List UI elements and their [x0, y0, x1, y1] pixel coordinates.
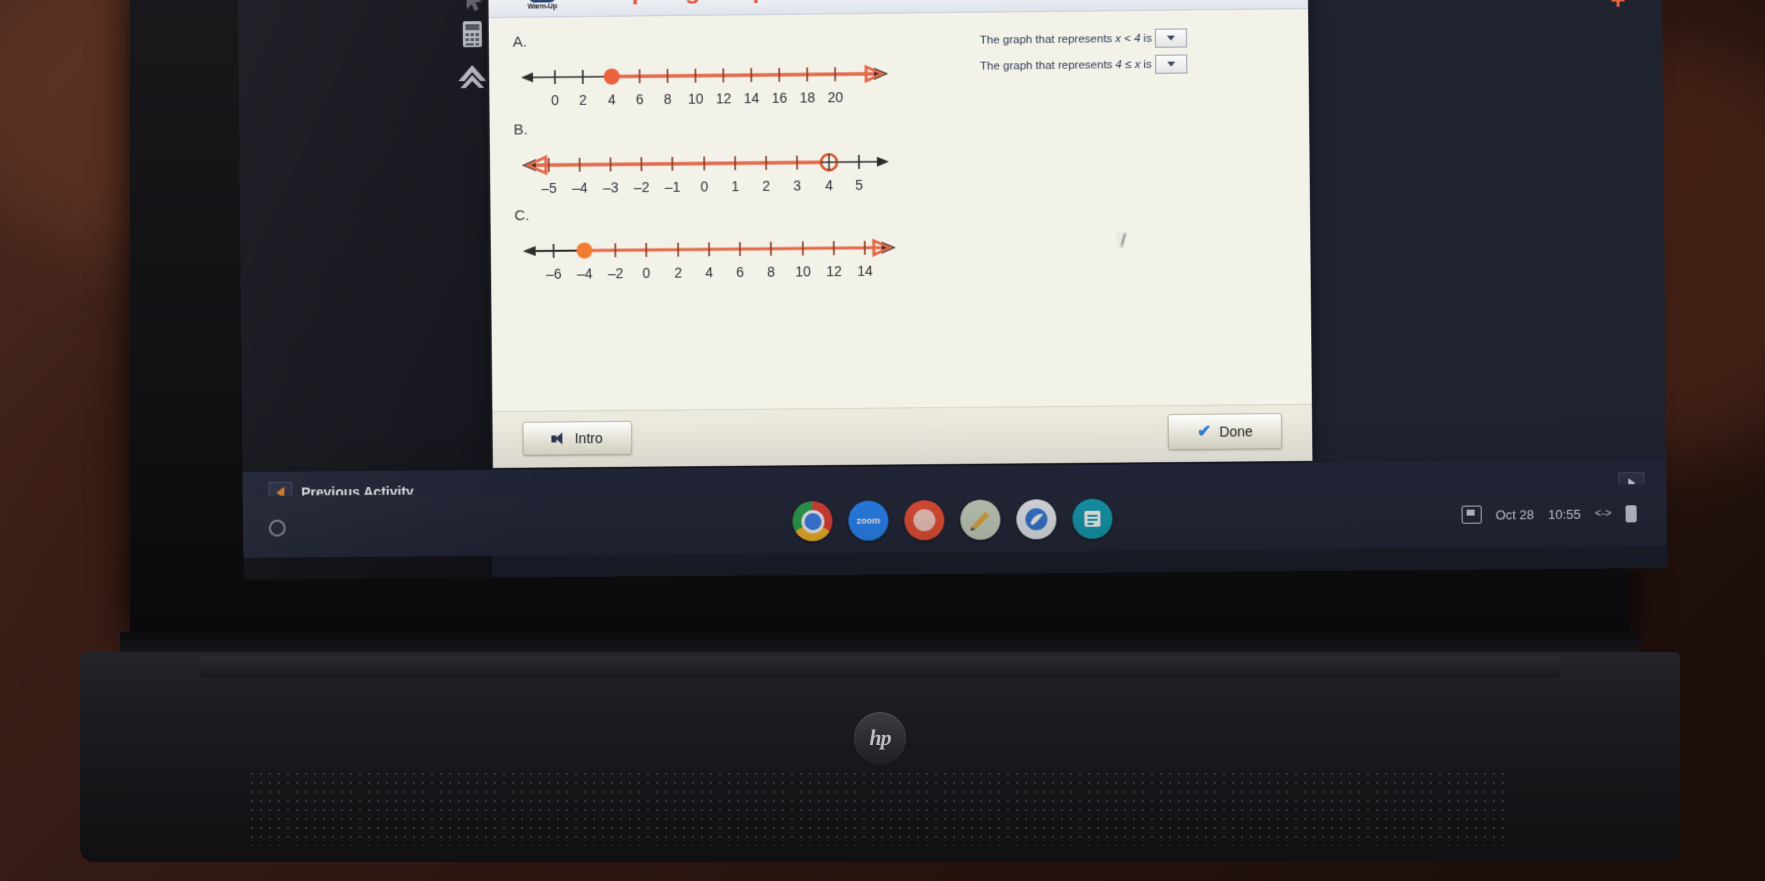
svg-text:2: 2	[674, 265, 682, 281]
hp-logo: hp	[854, 712, 906, 764]
svg-text:–6: –6	[546, 266, 562, 282]
window-body: A. 0 2 4 6 8 10 12 14 16 18 20 B. –5 –4 …	[488, 9, 1313, 438]
svg-text:3: 3	[793, 177, 801, 193]
question-2-math: 4 ≤ x	[1115, 58, 1141, 71]
svg-text:4: 4	[705, 264, 713, 280]
numberline-c[interactable]: –6 –4 –2 0 2 4 6 8 10 12 14	[519, 223, 904, 293]
done-button[interactable]: ✔ Done	[1167, 413, 1283, 451]
svg-text:4: 4	[608, 91, 616, 107]
shelf-time: 10:55	[1547, 506, 1581, 522]
svg-text:–3: –3	[603, 179, 619, 195]
laptop-base: hp	[80, 652, 1680, 862]
svg-text:18: 18	[800, 89, 816, 105]
speaker-icon	[552, 432, 567, 445]
svg-text:8: 8	[767, 264, 775, 280]
mouse-cursor	[1115, 232, 1129, 248]
shelf-arrows: <->	[1594, 507, 1612, 520]
system-tray[interactable]: Oct 28 10:55 <->	[1461, 504, 1637, 524]
svg-text:12: 12	[716, 90, 732, 106]
svg-text:6: 6	[636, 91, 644, 107]
slides-icon[interactable]	[1072, 498, 1113, 540]
flame-icon: 🔥	[529, 0, 556, 3]
laptop: 🔥 Warm-Up Graphing Inequalities A.	[60, 0, 1700, 862]
palette-icon[interactable]	[904, 500, 945, 541]
choice-label-c: C.	[514, 207, 530, 225]
zoom-icon[interactable]: zoom	[848, 500, 889, 541]
svg-text:6: 6	[736, 264, 744, 280]
question-1-math: x < 4	[1115, 32, 1141, 45]
answer-dropdown-2[interactable]	[1154, 54, 1187, 74]
chrome-icon[interactable]	[792, 501, 833, 542]
choice-label-b: B.	[513, 121, 528, 139]
numberline-a[interactable]: 0 2 4 6 8 10 12 14 16 18 20	[517, 50, 897, 120]
chevron-up-icon[interactable]	[453, 57, 491, 97]
done-button-label: Done	[1219, 423, 1253, 440]
svg-text:–5: –5	[541, 180, 557, 196]
photo-of-laptop-screen: 🔥 Warm-Up Graphing Inequalities A.	[0, 0, 1765, 881]
svg-text:0: 0	[551, 92, 559, 108]
svg-text:2: 2	[579, 92, 587, 108]
svg-text:10: 10	[795, 263, 811, 279]
svg-text:0: 0	[643, 265, 651, 281]
activity-window: 🔥 Warm-Up Graphing Inequalities A.	[488, 0, 1313, 468]
svg-text:14: 14	[744, 90, 760, 106]
zoom-app-label: zoom	[856, 515, 881, 526]
svg-text:–4: –4	[572, 180, 588, 196]
shelf-date: Oct 28	[1495, 506, 1535, 522]
chromeos-desktop: 🔥 Warm-Up Graphing Inequalities A.	[237, 0, 1668, 580]
launcher-button[interactable]	[268, 519, 286, 537]
laptop-screen: 🔥 Warm-Up Graphing Inequalities A.	[237, 0, 1668, 580]
question-row-2: The graph that represents 4 ≤ x is	[980, 54, 1187, 75]
page-title: Graphing Inequalities	[588, 0, 847, 7]
svg-text:5: 5	[855, 177, 863, 193]
svg-text:20: 20	[828, 89, 844, 105]
svg-text:1: 1	[731, 178, 739, 194]
warmup-badge[interactable]: 🔥 Warm-Up	[522, 0, 562, 11]
calculator-icon[interactable]	[453, 17, 491, 51]
svg-text:12: 12	[826, 263, 842, 279]
drawing-icon[interactable]	[960, 499, 1001, 540]
warmup-label: Warm-Up	[527, 3, 557, 11]
svg-text:4: 4	[825, 177, 833, 193]
screen-capture-icon[interactable]	[1461, 505, 1482, 524]
intro-button[interactable]: Intro	[522, 420, 633, 456]
svg-text:–2: –2	[608, 265, 624, 281]
choice-label-a: A.	[512, 33, 527, 51]
answer-dropdown-1[interactable]	[1154, 28, 1188, 48]
svg-text:14: 14	[857, 263, 873, 279]
window-footer: Intro ✔ Done	[492, 403, 1313, 468]
svg-text:8: 8	[664, 91, 672, 107]
shelf-app-list: zoom	[792, 498, 1113, 542]
question-2-suffix: is	[1143, 58, 1152, 71]
svg-text:0: 0	[701, 178, 709, 194]
add-button[interactable]: +	[1610, 0, 1626, 16]
laptop-deck-edge	[200, 656, 1560, 678]
intro-button-label: Intro	[574, 430, 603, 447]
question-1-prefix: The graph that represents	[979, 32, 1113, 47]
svg-text:–4: –4	[577, 265, 593, 281]
speaker-grill	[250, 772, 1510, 846]
laptop-lid: 🔥 Warm-Up Graphing Inequalities A.	[130, 0, 1668, 640]
question-2-prefix: The graph that represents	[979, 58, 1113, 73]
svg-text:–2: –2	[634, 179, 650, 195]
question-row-1: The graph that represents x < 4 is	[979, 28, 1188, 49]
question-1-suffix: is	[1143, 32, 1152, 45]
check-icon: ✔	[1196, 421, 1212, 441]
browser-icon[interactable]	[1016, 499, 1057, 540]
battery-icon	[1625, 504, 1637, 522]
svg-text:2: 2	[762, 178, 770, 194]
svg-text:–1: –1	[665, 179, 681, 195]
numberline-b[interactable]: –5 –4 –3 –2 –1 0 1 2 3 4 5	[518, 138, 898, 208]
chromeos-shelf: zoom Oct 28 10:55 <->	[242, 483, 1668, 558]
svg-text:16: 16	[772, 90, 788, 106]
svg-text:10: 10	[688, 91, 704, 107]
